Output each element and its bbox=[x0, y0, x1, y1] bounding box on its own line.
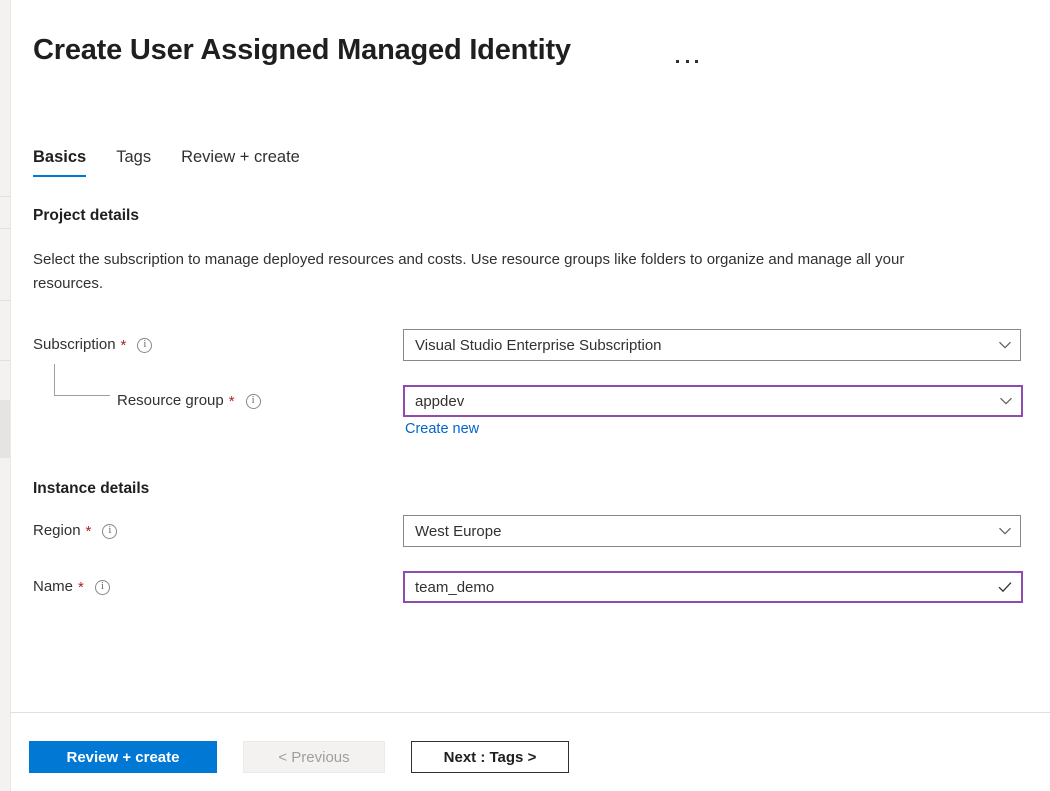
resource-group-row: Resource group * i appdev bbox=[11, 385, 1050, 417]
resource-group-label-group: Resource group * i bbox=[117, 385, 261, 417]
panel-separator bbox=[0, 360, 10, 361]
tab-tags[interactable]: Tags bbox=[116, 148, 151, 177]
project-details-description: Select the subscription to manage deploy… bbox=[33, 248, 973, 296]
previous-button: < Previous bbox=[243, 741, 385, 773]
create-identity-blade: Create User Assigned Managed Identity Ba… bbox=[10, 0, 1050, 791]
ellipsis-dot bbox=[686, 60, 689, 63]
resource-group-dropdown[interactable]: appdev bbox=[403, 385, 1023, 417]
info-icon[interactable]: i bbox=[246, 394, 261, 409]
panel-separator bbox=[0, 228, 10, 229]
name-label: Name bbox=[33, 571, 73, 603]
create-new-link[interactable]: Create new bbox=[405, 421, 479, 437]
required-asterisk: * bbox=[121, 338, 127, 353]
review-create-button[interactable]: Review + create bbox=[29, 741, 217, 773]
blade-header: Create User Assigned Managed Identity bbox=[11, 0, 1050, 104]
region-dropdown[interactable]: West Europe bbox=[403, 515, 1021, 547]
background-panel-strip bbox=[0, 0, 10, 791]
ellipsis-dot bbox=[695, 60, 698, 63]
name-row: Name * i team_demo bbox=[11, 571, 1050, 603]
subscription-row: Subscription * i Visual Studio Enterpris… bbox=[11, 329, 1050, 361]
subscription-value: Visual Studio Enterprise Subscription bbox=[404, 337, 990, 354]
chevron-down-icon bbox=[991, 386, 1021, 416]
resource-group-label: Resource group bbox=[117, 385, 224, 417]
name-input[interactable]: team_demo bbox=[403, 571, 1023, 603]
tab-review-create[interactable]: Review + create bbox=[181, 148, 300, 177]
required-asterisk: * bbox=[229, 394, 235, 409]
tab-bar: Basics Tags Review + create bbox=[33, 148, 330, 177]
required-asterisk: * bbox=[86, 524, 92, 539]
region-label: Region bbox=[33, 515, 81, 547]
chevron-down-icon bbox=[990, 516, 1020, 546]
name-label-group: Name * i bbox=[33, 571, 110, 603]
page-title: Create User Assigned Managed Identity bbox=[33, 34, 571, 67]
region-row: Region * i West Europe bbox=[11, 515, 1050, 547]
resource-group-value: appdev bbox=[405, 393, 991, 410]
name-value: team_demo bbox=[405, 579, 989, 596]
subscription-label-group: Subscription * i bbox=[33, 329, 152, 361]
panel-separator bbox=[0, 300, 10, 301]
region-value: West Europe bbox=[404, 523, 990, 540]
chevron-down-icon bbox=[990, 330, 1020, 360]
more-options-icon[interactable] bbox=[674, 52, 700, 70]
next-tags-button[interactable]: Next : Tags > bbox=[411, 741, 569, 773]
project-details-heading: Project details bbox=[33, 207, 139, 225]
required-asterisk: * bbox=[78, 580, 84, 595]
ellipsis-dot bbox=[676, 60, 679, 63]
blade-footer: Review + create < Previous Next : Tags > bbox=[11, 713, 1050, 791]
subscription-label: Subscription bbox=[33, 329, 116, 361]
info-icon[interactable]: i bbox=[95, 580, 110, 595]
info-icon[interactable]: i bbox=[137, 338, 152, 353]
panel-shade bbox=[0, 400, 10, 458]
tab-basics[interactable]: Basics bbox=[33, 148, 86, 177]
info-icon[interactable]: i bbox=[102, 524, 117, 539]
checkmark-valid-icon bbox=[989, 572, 1021, 602]
region-label-group: Region * i bbox=[33, 515, 117, 547]
instance-details-heading: Instance details bbox=[33, 480, 149, 498]
subscription-dropdown[interactable]: Visual Studio Enterprise Subscription bbox=[403, 329, 1021, 361]
panel-separator bbox=[0, 196, 10, 197]
